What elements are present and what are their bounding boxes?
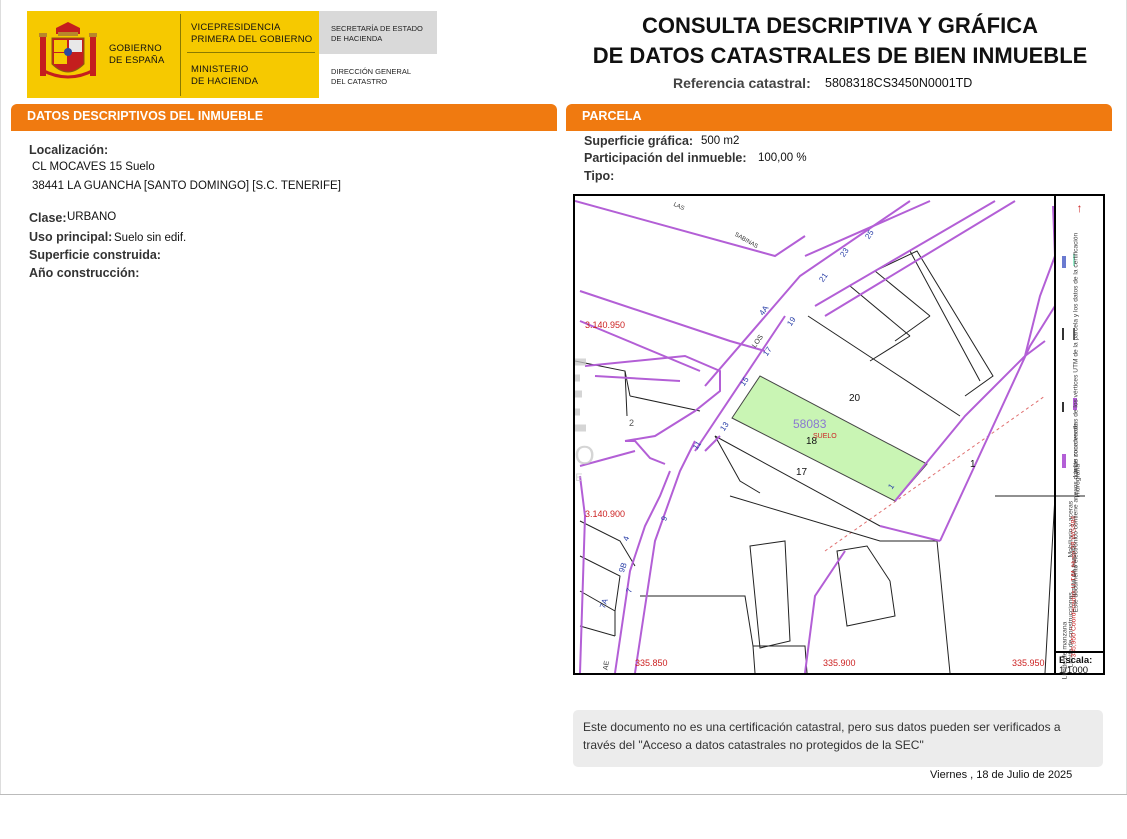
- logo-divider: [180, 14, 181, 96]
- x-coord-900: 335.900: [823, 658, 856, 668]
- north-arrow-icon: ↑: [1076, 201, 1083, 215]
- anio-construccion-label: Año construcción:: [29, 266, 140, 280]
- parcela-header: PARCELA: [566, 104, 1112, 128]
- min-line1: MINISTERIO: [191, 64, 249, 75]
- lot-label-17: 17: [796, 467, 808, 478]
- dir-line1: DIRECCIÓN GENERAL: [331, 67, 412, 76]
- ref-label: Referencia catastral:: [673, 75, 811, 91]
- y-coord-950: 3.140.950: [585, 320, 626, 330]
- uso-label: Uso principal:: [29, 230, 113, 244]
- x-coord-950: 335.950: [1012, 658, 1045, 668]
- dir-line2: DEL CATASTRO: [331, 77, 388, 86]
- gov-line1: GOBIERNO: [109, 43, 162, 54]
- parcel-suelo-label: SUELO: [813, 433, 837, 440]
- superficie-grafica-value: 500 m2: [701, 135, 740, 147]
- superficie-grafica-label: Superficie gráfica:: [584, 134, 694, 148]
- disclaimer-note: Este documento no es una certificación c…: [573, 710, 1103, 767]
- title-line1: CONSULTA DESCRIPTIVA Y GRÁFICA: [641, 13, 1039, 38]
- map-canvas: [575, 200, 1085, 673]
- vice-line1: VICEPRESIDENCIA: [191, 22, 281, 33]
- legend-anexos: Este documento electrónico contiene anex…: [1072, 232, 1080, 613]
- x-coord-850: 335.850: [635, 658, 668, 668]
- lot-label-20: 20: [849, 393, 861, 404]
- page-title: CONSULTA DESCRIPTIVA Y GRÁFICA DE DATOS …: [580, 11, 1100, 71]
- gov-line2: DE ESPAÑA: [109, 55, 165, 66]
- superficie-construida-label: Superficie construida:: [29, 248, 161, 262]
- ministerio-text: MINISTERIO DE HACIENDA: [191, 64, 258, 88]
- descriptive-data-header: DATOS DESCRIPTIVOS DEL INMUEBLE: [11, 104, 557, 128]
- secretaria-text: SECRETARÍA DE ESTADO DE HACIENDA: [331, 24, 423, 44]
- participacion-value: 100,00 %: [758, 152, 807, 164]
- direccion-text: DIRECCIÓN GENERAL DEL CATASTRO: [331, 67, 411, 87]
- tipo-label: Tipo:: [584, 169, 615, 183]
- document-date: Viernes , 18 de Julio de 2025: [930, 769, 1073, 781]
- y-coord-900: 3.140.900: [585, 509, 626, 519]
- logo-hr: [187, 52, 315, 53]
- ref-value: 5808318CS3450N0001TD: [825, 76, 973, 90]
- scale-box: Escala: 1/1000: [1054, 651, 1105, 676]
- min-line2: DE HACIENDA: [191, 76, 259, 87]
- vice-text: VICEPRESIDENCIA PRIMERA DEL GOBIERNO: [191, 22, 312, 46]
- watermark-subtext: REAL ESTATE: [575, 472, 587, 484]
- sec-line2: DE HACIENDA: [331, 34, 383, 43]
- watermark-logo-icon: [575, 358, 586, 432]
- clase-label: Clase:: [29, 211, 67, 225]
- scale-value: 1/1000: [1059, 665, 1089, 676]
- gov-text: GOBIERNO DE ESPAÑA: [109, 43, 164, 67]
- page-bottom-rule: [0, 794, 1127, 795]
- parcel-ref-label: 58083: [793, 417, 827, 431]
- participacion-label: Participación del inmueble:: [584, 151, 747, 165]
- parcela-underline: [566, 128, 1112, 131]
- watermark-text: K-NEXO: [574, 440, 600, 470]
- clase-value: URBANO: [67, 211, 117, 223]
- lot-label-2: 2: [629, 418, 635, 428]
- title-line2: DE DATOS CATASTRALES DE BIEN INMUEBLE: [592, 43, 1088, 68]
- lot-label-1: 1: [970, 459, 976, 470]
- sec-line1: SECRETARÍA DE ESTADO: [331, 24, 423, 33]
- descriptive-data-underline: [11, 128, 557, 131]
- map-legend: ↑ Límite de manzana Límite de parcela Hi…: [1054, 194, 1105, 680]
- address-line1: CL MOCAVES 15 Suelo: [32, 161, 155, 173]
- page-left-rule: [0, 0, 1, 794]
- cadastral-map[interactable]: 20 17 1 2 58083 18 SUELO 25 23 21 19 17 …: [573, 194, 1105, 675]
- address-line2: 38441 LA GUANCHA [SANTO DOMINGO] [S.C. T…: [32, 180, 341, 192]
- localizacion-label: Localización:: [29, 143, 109, 157]
- vice-line2: PRIMERA DEL GOBIERNO: [191, 34, 313, 45]
- uso-value: Suelo sin edif.: [114, 232, 187, 244]
- coat-of-arms-icon: [39, 22, 97, 79]
